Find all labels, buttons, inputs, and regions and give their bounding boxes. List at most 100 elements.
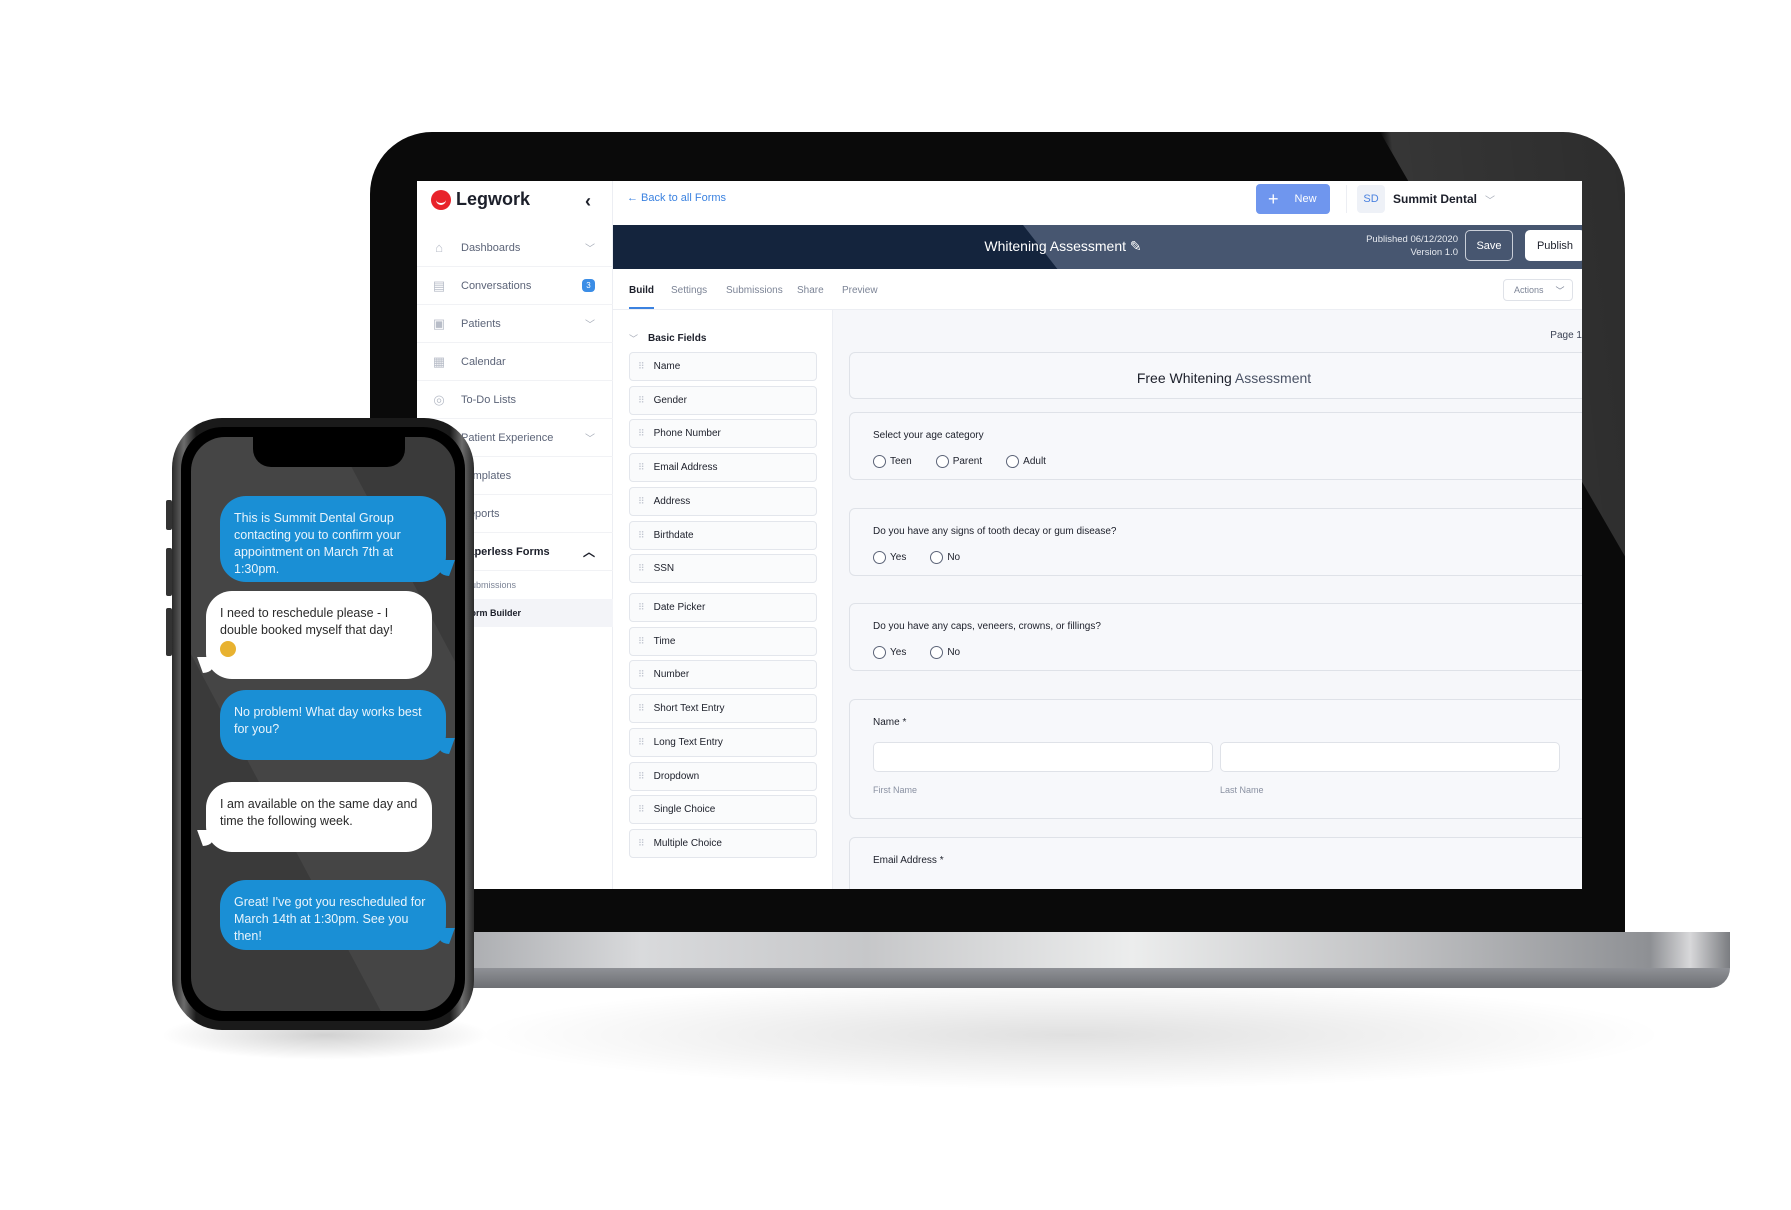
- drag-handle-icon[interactable]: ⠿: [638, 530, 645, 541]
- org-switcher[interactable]: SD Summit Dental ﹀: [1357, 185, 1495, 213]
- field-label: Dropdown: [653, 770, 700, 782]
- drag-handle-icon[interactable]: ⠿: [638, 703, 645, 714]
- radio-button[interactable]: [930, 551, 944, 564]
- field-palette-item[interactable]: ⠿ Single Choice: [629, 795, 817, 825]
- chevron-down-icon: ﹀: [585, 244, 595, 255]
- field-palette-item[interactable]: ⠿ Time: [629, 626, 817, 656]
- form-header-card[interactable]: Free Whitening Assessment: [849, 352, 1582, 399]
- laptop-shadow: [470, 980, 1670, 1090]
- chevron-down-icon: ﹀: [585, 434, 595, 445]
- field-palette-item[interactable]: ⠿ Phone Number: [629, 419, 817, 449]
- version-label: Version 1.0: [1410, 247, 1458, 258]
- drag-handle-icon[interactable]: ⠿: [638, 804, 645, 815]
- radio-option[interactable]: Yes: [873, 551, 906, 564]
- tab-build[interactable]: Build: [629, 285, 654, 296]
- sidebar-item-dashboards[interactable]: ⌂ Dashboards ﹀: [417, 229, 613, 267]
- question-card[interactable]: Select your age category Teen Parent Adu…: [849, 412, 1582, 480]
- publish-button[interactable]: Publish: [1525, 230, 1582, 261]
- chevron-down-icon: ﹀: [585, 320, 595, 331]
- drag-handle-icon[interactable]: ⠿: [638, 838, 645, 849]
- question-label: Select your age category: [873, 430, 984, 441]
- radio-button[interactable]: [935, 455, 949, 468]
- option-label: Parent: [952, 456, 983, 467]
- name-field-card[interactable]: Name * First Name Last Name: [849, 699, 1582, 819]
- question-label: Do you have any signs of tooth decay or …: [873, 526, 1117, 537]
- sidebar-item-patients[interactable]: ▣ Patients ﹀: [417, 305, 613, 343]
- radio-option[interactable]: Yes: [873, 646, 906, 659]
- unread-badge: 3: [582, 279, 595, 292]
- field-label: Name: [653, 361, 681, 372]
- drag-handle-icon[interactable]: ⠿: [638, 361, 645, 372]
- logo[interactable]: Legwork: [431, 189, 530, 210]
- chevron-left-icon[interactable]: ‹: [585, 191, 591, 212]
- drag-handle-icon[interactable]: ⠿: [638, 563, 645, 574]
- tab-preview[interactable]: Preview: [842, 285, 878, 296]
- drag-handle-icon[interactable]: ⠿: [638, 395, 645, 406]
- save-button[interactable]: Save: [1465, 230, 1513, 261]
- question-card[interactable]: Do you have any caps, veneers, crowns, o…: [849, 603, 1582, 671]
- radio-button[interactable]: [873, 551, 886, 564]
- radio-button[interactable]: [873, 455, 886, 468]
- logo-text: Legwork: [456, 189, 531, 209]
- sidebar-item-conversations[interactable]: ▤ Conversations 3: [417, 267, 613, 305]
- field-palette-item[interactable]: ⠿ Name: [629, 352, 817, 381]
- field-palette-item[interactable]: ⠿ SSN: [629, 554, 817, 584]
- drag-handle-icon[interactable]: ⠿: [638, 771, 645, 782]
- field-palette-item[interactable]: ⠿ Number: [629, 660, 817, 690]
- radio-option[interactable]: No: [930, 551, 960, 564]
- drag-handle-icon[interactable]: ⠿: [638, 496, 645, 507]
- tab-submissions[interactable]: Submissions: [726, 285, 783, 296]
- first-name-input[interactable]: [873, 742, 1213, 772]
- sidebar-item-label: Patients: [461, 317, 501, 330]
- grimace-emoji-icon: [220, 641, 236, 657]
- drag-handle-icon[interactable]: ⠿: [638, 669, 645, 680]
- tab-settings[interactable]: Settings: [671, 285, 707, 296]
- field-palette-item[interactable]: ⠿ Date Picker: [629, 593, 817, 622]
- plus-icon: +: [1268, 189, 1279, 209]
- field-palette-item[interactable]: ⠿ Gender: [629, 385, 817, 415]
- actions-label: Actions: [1514, 285, 1544, 295]
- email-label: Email Address *: [873, 855, 944, 866]
- drag-handle-icon[interactable]: ⠿: [638, 462, 645, 473]
- new-button[interactable]: + New: [1256, 184, 1330, 214]
- sidebar-item-label: Patient Experience: [461, 431, 554, 444]
- drag-handle-icon[interactable]: ⠿: [638, 428, 645, 439]
- pencil-icon[interactable]: ✎: [1130, 238, 1142, 254]
- email-field-card[interactable]: Email Address *: [849, 837, 1582, 889]
- option-label: Adult: [1023, 456, 1046, 467]
- field-palette-item[interactable]: ⠿ Dropdown: [629, 761, 817, 791]
- home-icon: ⌂: [435, 240, 443, 255]
- radio-option[interactable]: Adult: [1006, 455, 1046, 468]
- radio-button[interactable]: [873, 646, 886, 659]
- field-palette-item[interactable]: ⠿ Long Text Entry: [629, 727, 817, 757]
- question-card[interactable]: Do you have any signs of tooth decay or …: [849, 508, 1582, 576]
- field-label: SSN: [653, 563, 675, 575]
- field-palette-item[interactable]: ⠿ Short Text Entry: [629, 694, 817, 724]
- basic-fields-header[interactable]: ﹀ Basic Fields: [629, 332, 706, 345]
- tab-share[interactable]: Share: [797, 285, 824, 296]
- sidebar-item-label: To-Do Lists: [461, 393, 517, 406]
- field-palette-item[interactable]: ⠿ Multiple Choice: [629, 828, 817, 858]
- sidebar-item-todo[interactable]: ◎ To-Do Lists: [417, 381, 613, 419]
- chevron-down-icon: ﹀: [1555, 285, 1565, 296]
- back-to-forms-link[interactable]: ← Back to all Forms: [627, 192, 726, 204]
- field-palette-item[interactable]: ⠿ Email Address: [629, 453, 817, 483]
- radio-option[interactable]: No: [930, 646, 960, 659]
- radio-button[interactable]: [1006, 455, 1020, 468]
- last-name-input[interactable]: [1220, 742, 1560, 772]
- drag-handle-icon[interactable]: ⠿: [638, 602, 645, 613]
- sidebar-item-calendar[interactable]: ▦ Calendar: [417, 343, 613, 381]
- message-incoming: I am available on the same day and time …: [206, 782, 432, 852]
- radio-option[interactable]: Parent: [935, 455, 983, 468]
- drag-handle-icon[interactable]: ⠿: [638, 636, 645, 647]
- radio-option[interactable]: Teen: [873, 455, 912, 468]
- field-palette-item[interactable]: ⠿ Address: [629, 486, 817, 516]
- radio-button[interactable]: [930, 646, 944, 659]
- field-label: Time: [653, 635, 676, 647]
- field-palette-item[interactable]: ⠿ Birthdate: [629, 520, 817, 550]
- actions-dropdown[interactable]: Actions ﹀: [1503, 279, 1573, 301]
- sidebar-item-label: Conversations: [461, 279, 532, 292]
- published-date: Published 06/12/2020: [1366, 234, 1458, 245]
- legwork-logo-icon: [431, 189, 451, 210]
- drag-handle-icon[interactable]: ⠿: [638, 737, 645, 748]
